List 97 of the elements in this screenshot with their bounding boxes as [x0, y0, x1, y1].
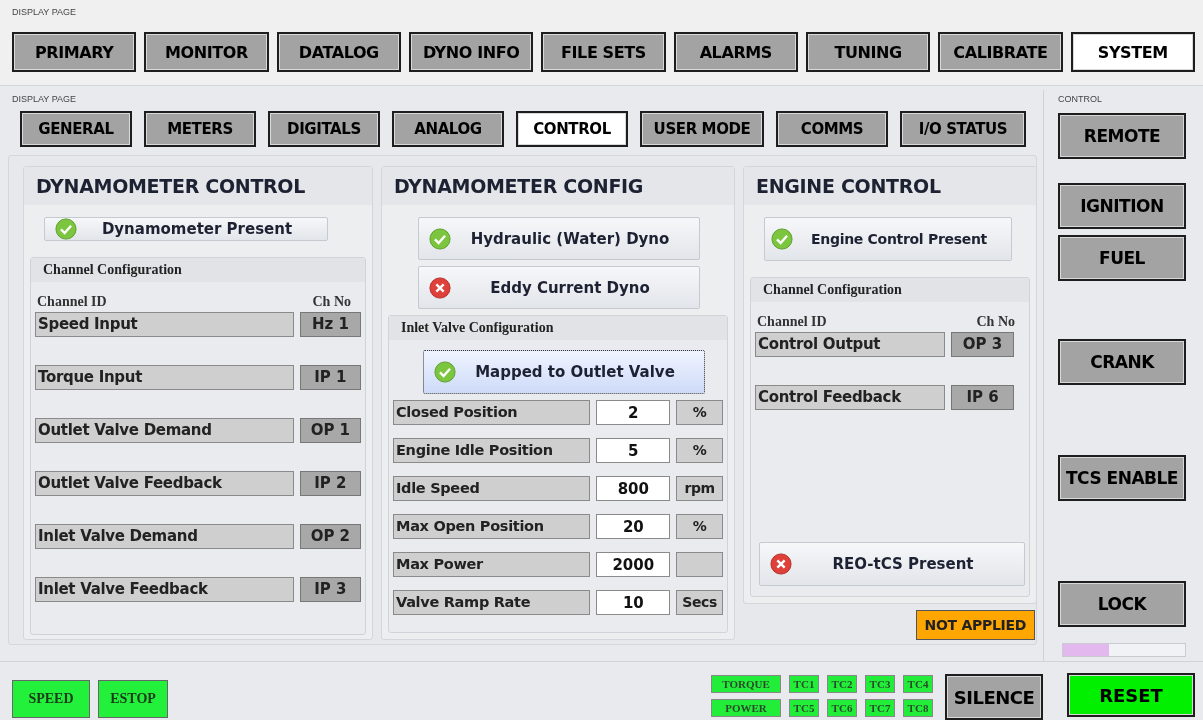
- value-field[interactable]: 2000: [596, 552, 671, 577]
- channel-number: IP 6: [951, 385, 1014, 410]
- status-indicator: TORQUE: [711, 675, 781, 693]
- channel-number: IP 2: [299, 471, 361, 496]
- status-indicator: TC4: [903, 675, 933, 693]
- channel-label: Torque Input: [35, 365, 294, 390]
- silence-button[interactable]: SILENCE: [945, 674, 1043, 720]
- channel-label: Outlet Valve Demand: [35, 418, 294, 443]
- unit-label: Secs: [676, 590, 723, 615]
- status-indicator: TC7: [865, 699, 895, 717]
- section-label: DISPLAY PAGE: [12, 6, 78, 18]
- channel-label: Control Output: [755, 332, 945, 357]
- status-indicator: TC6: [827, 699, 857, 717]
- column-header: Channel ID: [37, 294, 107, 311]
- status-indicator: TC8: [903, 699, 933, 717]
- sub-page-tab[interactable]: DIGITALS: [268, 111, 380, 147]
- cross-icon: [770, 553, 792, 575]
- sub-page-tab[interactable]: I/O STATUS: [900, 111, 1026, 147]
- control-button[interactable]: CRANK: [1058, 339, 1186, 385]
- value-field[interactable]: 10: [596, 590, 671, 615]
- toggle-button[interactable]: Eddy Current Dyno: [418, 266, 700, 309]
- unit-label: %: [676, 400, 723, 425]
- status-indicator: TC3: [865, 675, 895, 693]
- value-field[interactable]: 2: [596, 400, 671, 425]
- channel-label: Speed Input: [35, 312, 294, 337]
- sub-page-tab[interactable]: ANALOG: [392, 111, 504, 147]
- toggle-button[interactable]: Engine Control Present: [764, 217, 1012, 261]
- page-tab[interactable]: PRIMARY: [12, 32, 137, 72]
- setting-label: Max Power: [393, 552, 591, 577]
- unit-label: %: [676, 438, 723, 463]
- page-tab[interactable]: MONITOR: [144, 32, 269, 72]
- channel-number: IP 1: [299, 365, 361, 390]
- channel-label: Control Feedback: [755, 385, 945, 410]
- sub-page-tab[interactable]: CONTROL: [516, 111, 628, 147]
- status-indicator: POWER: [711, 699, 781, 717]
- section-label: DISPLAY PAGE: [12, 93, 78, 105]
- sub-page-tab[interactable]: GENERAL: [20, 111, 132, 147]
- group-title: Inlet Valve Configuration: [389, 316, 727, 340]
- column-title: ENGINE CONTROL: [744, 167, 1036, 205]
- channel-number: OP 2: [299, 524, 361, 549]
- sub-page-tab[interactable]: USER MODE: [640, 111, 764, 147]
- channel-label: Inlet Valve Feedback: [35, 577, 294, 602]
- channel-number: IP 3: [299, 577, 361, 602]
- setting-label: Engine Idle Position: [393, 438, 591, 463]
- channel-label: Inlet Valve Demand: [35, 524, 294, 549]
- column-title: DYNAMOMETER CONFIG: [382, 167, 734, 205]
- control-button[interactable]: TCS ENABLE: [1058, 455, 1186, 501]
- column-header: Ch No: [312, 294, 351, 311]
- sub-page-tab[interactable]: METERS: [144, 111, 256, 147]
- status-indicator: TC5: [789, 699, 819, 717]
- status-indicator: TC2: [827, 675, 857, 693]
- value-field[interactable]: 5: [596, 438, 671, 463]
- page-tab[interactable]: FILE SETS: [541, 32, 666, 72]
- status-indicator: TC1: [789, 675, 819, 693]
- column-header: Channel ID: [757, 314, 827, 331]
- group-title: Channel Configuration: [31, 258, 365, 282]
- check-icon: [55, 218, 77, 240]
- toggle-button[interactable]: Mapped to Outlet Valve: [423, 350, 705, 394]
- setting-label: Idle Speed: [393, 476, 591, 501]
- toggle-button[interactable]: REO-tCS Present: [759, 542, 1025, 586]
- channel-label: Outlet Valve Feedback: [35, 471, 294, 496]
- status-button[interactable]: ESTOP: [98, 680, 168, 718]
- page-tab[interactable]: SYSTEM: [1070, 32, 1195, 72]
- unit-label: rpm: [676, 476, 723, 501]
- setting-label: Closed Position: [393, 400, 591, 425]
- channel-number: OP 1: [299, 418, 361, 443]
- section-label: CONTROL: [1058, 93, 1103, 105]
- check-icon: [771, 228, 793, 250]
- check-icon: [434, 361, 456, 383]
- check-icon: [429, 227, 451, 250]
- column-header: Ch No: [976, 314, 1015, 331]
- unit-label: %: [676, 514, 723, 539]
- page-tab[interactable]: DYNO INFO: [409, 32, 534, 72]
- control-button[interactable]: FUEL: [1058, 235, 1186, 281]
- page-tab[interactable]: DATALOG: [276, 32, 401, 72]
- setting-label: Valve Ramp Rate: [393, 590, 591, 615]
- toggle-button[interactable]: Hydraulic (Water) Dyno: [418, 217, 700, 260]
- status-button[interactable]: SPEED: [12, 680, 90, 718]
- setting-label: Max Open Position: [393, 514, 591, 539]
- page-tab[interactable]: CALIBRATE: [938, 32, 1063, 72]
- control-button[interactable]: LOCK: [1058, 581, 1186, 627]
- control-button[interactable]: IGNITION: [1058, 183, 1186, 229]
- sub-page-tab[interactable]: COMMS: [776, 111, 888, 147]
- channel-number: Hz 1: [299, 312, 361, 337]
- value-field[interactable]: 20: [596, 514, 671, 539]
- channel-number: OP 3: [951, 332, 1014, 357]
- group-title: Channel Configuration: [751, 278, 1029, 302]
- column-title: DYNAMOMETER CONTROL: [24, 167, 372, 205]
- control-button[interactable]: REMOTE: [1058, 113, 1186, 159]
- cross-icon: [429, 276, 451, 299]
- toggle-button[interactable]: Dynamometer Present: [44, 217, 328, 241]
- status-badge: NOT APPLIED: [915, 610, 1035, 640]
- value-field[interactable]: 800: [596, 476, 671, 501]
- reset-button[interactable]: RESET: [1067, 673, 1195, 717]
- page-tab[interactable]: ALARMS: [673, 32, 798, 72]
- unit-box: [676, 552, 723, 577]
- page-tab[interactable]: TUNING: [805, 32, 931, 72]
